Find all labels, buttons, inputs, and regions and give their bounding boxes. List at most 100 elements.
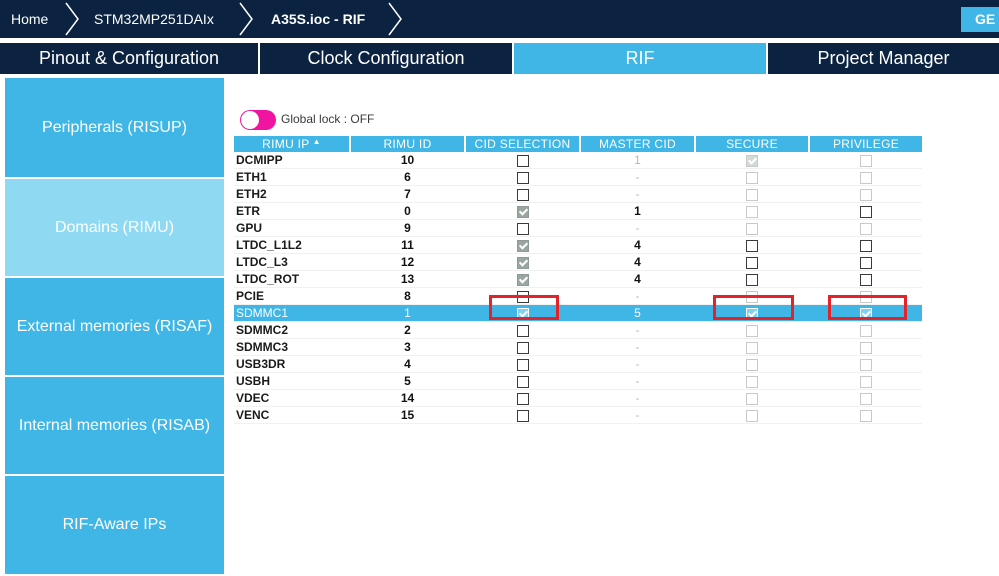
chevron-right-icon bbox=[388, 2, 402, 36]
cid-selection-checkbox[interactable] bbox=[516, 205, 529, 218]
rimu-ip-cell: VENC bbox=[234, 406, 350, 424]
table-row[interactable]: ETH1 6 - bbox=[234, 168, 922, 186]
table-body: DCMIPP 10 1 ETH1 6- ETH2 7- ETR 0 1 GPU 9- LTDC_L1L2… bbox=[234, 152, 922, 424]
generate-code-button[interactable]: GE bbox=[961, 7, 999, 32]
privilege-checkbox bbox=[859, 188, 872, 201]
table-row[interactable]: USBH 5 - bbox=[234, 372, 922, 390]
tab-clock-configuration[interactable]: Clock Configuration bbox=[260, 43, 514, 74]
cid-selection-cell bbox=[465, 185, 580, 203]
breadcrumb-home[interactable]: Home bbox=[11, 0, 48, 38]
cid-selection-checkbox[interactable] bbox=[516, 409, 529, 422]
master-cid-cell: - bbox=[580, 338, 695, 356]
master-cid-cell[interactable]: 4 bbox=[580, 270, 695, 288]
table-row[interactable]: SDMMC3 3 - bbox=[234, 338, 922, 356]
cid-selection-cell bbox=[465, 253, 580, 271]
privilege-cell bbox=[809, 355, 922, 373]
cid-selection-checkbox[interactable] bbox=[516, 392, 529, 405]
secure-checkbox bbox=[746, 222, 758, 235]
rimu-id-cell: 14 bbox=[350, 389, 465, 407]
table-row[interactable]: VDEC 14 - bbox=[234, 389, 922, 407]
table-row[interactable]: SDMMC1 1 5 bbox=[234, 304, 922, 322]
rimu-id-cell: 4 bbox=[350, 355, 465, 373]
secure-cell bbox=[695, 202, 809, 220]
column-header-secure[interactable]: SECURE bbox=[694, 136, 809, 152]
global-lock-toggle[interactable] bbox=[240, 110, 276, 130]
secure-checkbox bbox=[746, 375, 758, 388]
cid-selection-checkbox[interactable] bbox=[516, 358, 529, 371]
column-header-cid-selection[interactable]: CID SELECTION bbox=[464, 136, 580, 152]
cid-selection-checkbox[interactable] bbox=[516, 324, 529, 337]
table-row[interactable]: LTDC_L3 12 4 bbox=[234, 253, 922, 271]
rimu-ip-cell: LTDC_ROT bbox=[234, 270, 350, 288]
master-cid-cell: - bbox=[580, 168, 695, 186]
privilege-checkbox[interactable] bbox=[859, 205, 872, 218]
rimu-id-cell: 2 bbox=[350, 321, 465, 339]
secure-checkbox[interactable] bbox=[746, 273, 758, 286]
secure-checkbox[interactable] bbox=[746, 239, 758, 252]
tab-rif[interactable]: RIF bbox=[514, 43, 768, 74]
table-row[interactable]: GPU 9 - bbox=[234, 219, 922, 237]
tab-project-manager[interactable]: Project Manager bbox=[768, 43, 999, 74]
privilege-cell bbox=[809, 321, 922, 339]
cid-selection-checkbox[interactable] bbox=[516, 188, 529, 201]
sidebar-item-rif-aware-ips[interactable]: RIF-Aware IPs bbox=[5, 476, 224, 576]
cid-selection-checkbox[interactable] bbox=[516, 273, 529, 286]
privilege-checkbox bbox=[859, 358, 872, 371]
cid-selection-checkbox[interactable] bbox=[516, 239, 529, 252]
cid-selection-checkbox[interactable] bbox=[516, 171, 529, 184]
cid-selection-cell bbox=[465, 168, 580, 186]
sidebar-item-domains-rimu[interactable]: Domains (RIMU) bbox=[5, 179, 224, 278]
table-row[interactable]: DCMIPP 10 1 bbox=[234, 152, 922, 169]
rimu-id-cell: 3 bbox=[350, 338, 465, 356]
privilege-cell bbox=[809, 338, 922, 356]
cid-selection-checkbox[interactable] bbox=[516, 222, 529, 235]
cid-selection-checkbox[interactable] bbox=[516, 154, 529, 167]
cid-selection-cell bbox=[465, 372, 580, 390]
breadcrumb-device[interactable]: STM32MP251DAIx bbox=[94, 0, 214, 38]
secure-cell bbox=[695, 236, 809, 254]
master-cid-cell[interactable]: 1 bbox=[580, 202, 695, 220]
privilege-checkbox[interactable] bbox=[859, 239, 872, 252]
table-row[interactable]: SDMMC2 2 - bbox=[234, 321, 922, 339]
table-row[interactable]: ETR 0 1 bbox=[234, 202, 922, 220]
rimu-id-cell: 10 bbox=[350, 152, 465, 169]
cid-selection-checkbox[interactable] bbox=[516, 256, 529, 269]
column-header-master-cid[interactable]: MASTER CID bbox=[579, 136, 695, 152]
privilege-cell bbox=[809, 219, 922, 237]
secure-checkbox bbox=[746, 188, 758, 201]
cid-selection-checkbox[interactable] bbox=[516, 375, 529, 388]
table-row[interactable]: LTDC_ROT 13 4 bbox=[234, 270, 922, 288]
privilege-checkbox[interactable] bbox=[859, 273, 872, 286]
sidebar-item-peripherals-risup[interactable]: Peripherals (RISUP) bbox=[5, 78, 224, 179]
table-row[interactable]: VENC 15 - bbox=[234, 406, 922, 424]
column-header-rimu-id[interactable]: RIMU ID bbox=[349, 136, 465, 152]
rimu-id-cell: 12 bbox=[350, 253, 465, 271]
cid-selection-cell bbox=[465, 270, 580, 288]
master-cid-cell[interactable]: 4 bbox=[580, 253, 695, 271]
column-header-privilege[interactable]: PRIVILEGE bbox=[808, 136, 922, 152]
column-header-rimu-ip[interactable]: RIMU IP ▲ bbox=[234, 136, 350, 152]
chevron-right-icon bbox=[239, 2, 253, 36]
table-row[interactable]: PCIE 8 - bbox=[234, 287, 922, 305]
privilege-checkbox[interactable] bbox=[859, 256, 872, 269]
cid-selection-checkbox[interactable] bbox=[516, 341, 529, 354]
table-row[interactable]: USB3DR 4 - bbox=[234, 355, 922, 373]
secure-checkbox bbox=[746, 324, 758, 337]
table-row[interactable]: LTDC_L1L2 11 4 bbox=[234, 236, 922, 254]
privilege-cell bbox=[809, 406, 922, 424]
secure-checkbox[interactable] bbox=[746, 256, 758, 269]
cid-selection-cell bbox=[465, 406, 580, 424]
secure-checkbox bbox=[746, 392, 758, 405]
privilege-checkbox bbox=[859, 324, 872, 337]
privilege-checkbox bbox=[859, 341, 872, 354]
master-cid-cell[interactable]: 5 bbox=[580, 304, 695, 322]
table-row[interactable]: ETH2 7 - bbox=[234, 185, 922, 203]
tab-pinout-configuration[interactable]: Pinout & Configuration bbox=[0, 43, 260, 74]
sidebar-item-external-memories-risaf[interactable]: External memories (RISAF) bbox=[5, 278, 224, 377]
secure-checkbox bbox=[746, 358, 758, 371]
rimu-ip-cell: PCIE bbox=[234, 287, 350, 305]
sidebar-item-internal-memories-risab[interactable]: Internal memories (RISAB) bbox=[5, 377, 224, 476]
privilege-cell bbox=[809, 202, 922, 220]
breadcrumb-file[interactable]: A35S.ioc - RIF bbox=[271, 0, 365, 38]
master-cid-cell[interactable]: 4 bbox=[580, 236, 695, 254]
